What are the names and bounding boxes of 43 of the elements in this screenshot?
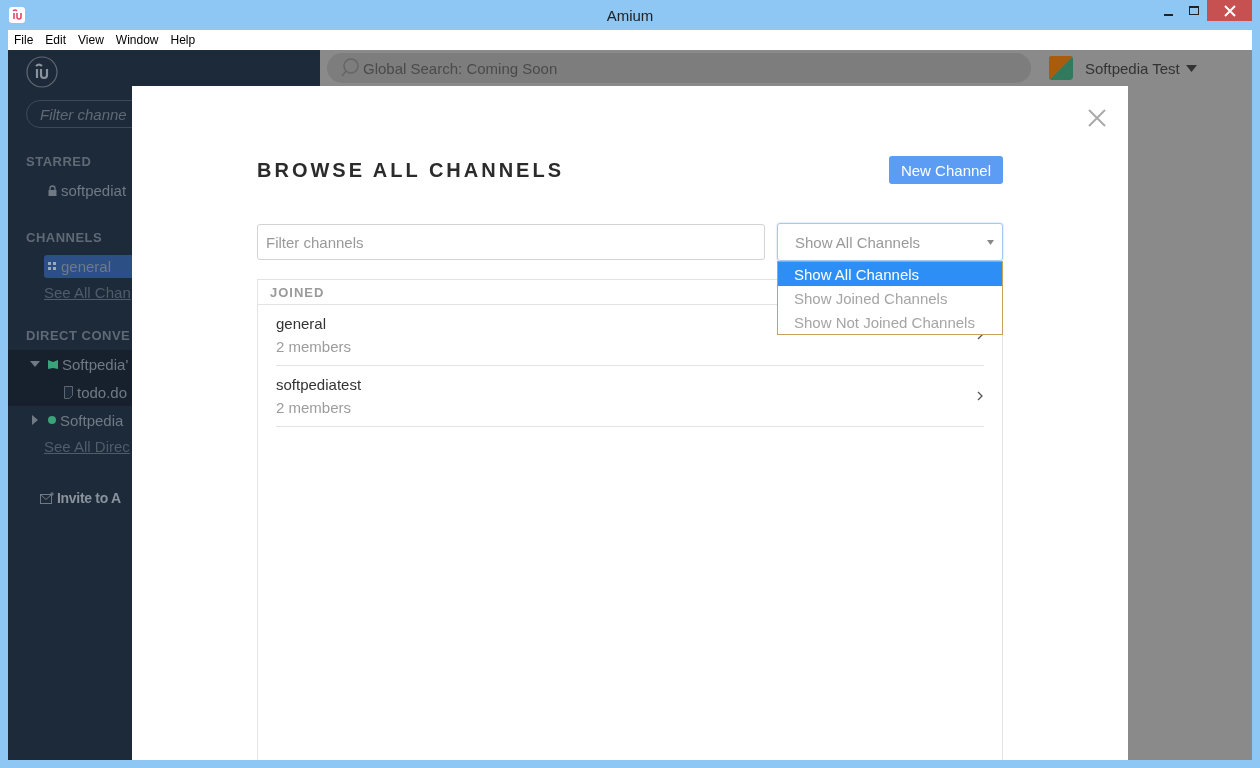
sidebar-item[interactable]: todo.do: [60, 380, 132, 404]
dropdown-option[interactable]: Show All Channels: [778, 262, 1002, 286]
app-logo-icon: [26, 56, 58, 88]
member-count: 2 members: [276, 338, 352, 355]
filter-field[interactable]: Filter channels: [257, 224, 765, 260]
envelope-icon: [40, 492, 54, 504]
avatar-icon: [1049, 56, 1073, 80]
window-title: Amium: [606, 6, 654, 24]
menu-item[interactable]: View: [72, 33, 110, 47]
filter-dropdown[interactable]: Show All Channels: [777, 223, 1003, 261]
minimize-icon: [1163, 13, 1173, 16]
caret-down-icon: [1185, 64, 1197, 72]
close-button[interactable]: [1207, 0, 1252, 21]
sidebar-item[interactable]: Softpedia: [44, 408, 128, 432]
grid-dots-icon: [48, 261, 57, 271]
caret-down-icon[interactable]: [30, 359, 40, 369]
caret-right-icon[interactable]: [30, 415, 40, 425]
section-heading: DIRECT CONVE: [26, 328, 131, 343]
dropdown-option[interactable]: Show Not Joined Channels: [778, 310, 1002, 334]
sidebar-item[interactable]: softpediat: [44, 178, 131, 202]
close-icon: [1223, 4, 1236, 17]
document-icon: [64, 385, 73, 399]
invite-link[interactable]: Invite to A: [57, 490, 121, 506]
search-icon: [341, 58, 361, 78]
group-heading: JOINED: [270, 284, 325, 300]
maximize-icon: [1189, 5, 1199, 16]
menu-item[interactable]: Window: [109, 33, 165, 47]
lock-icon: [48, 184, 57, 196]
channel-name[interactable]: softpediatest: [276, 376, 362, 393]
dropdown-option[interactable]: Show Joined Channels: [778, 286, 1002, 310]
menu-item[interactable]: Help: [164, 33, 202, 47]
member-count: 2 members: [276, 399, 353, 416]
app-logo-icon: [9, 7, 25, 23]
new-channel-button[interactable]: New Channel: [888, 156, 1003, 184]
caret-down-icon: [987, 239, 994, 245]
menu-item[interactable]: Edit: [39, 33, 73, 47]
channel-name[interactable]: general: [276, 315, 352, 332]
user-menu[interactable]: Softpedia Test: [1085, 59, 1197, 77]
section-heading: CHANNELS: [26, 230, 103, 245]
chevron-right-icon[interactable]: [976, 391, 984, 401]
dialog-title: BROWSE ALL CHANNELS: [257, 158, 564, 182]
section-heading: STARRED: [26, 154, 92, 169]
menu-item[interactable]: File: [8, 33, 40, 47]
